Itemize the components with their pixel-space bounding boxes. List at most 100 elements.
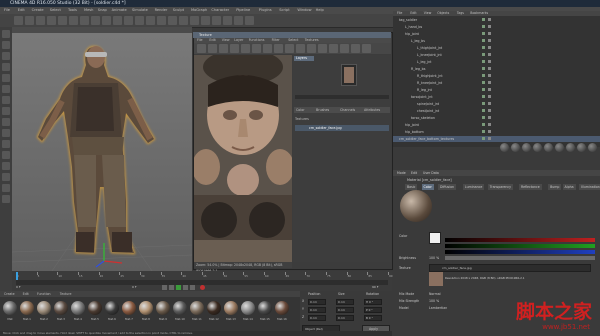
menu-item[interactable]: Window <box>297 7 311 14</box>
texture-tool-icon[interactable] <box>351 44 360 53</box>
goto-start-button[interactable] <box>162 285 167 290</box>
menu-item[interactable]: MoGraph <box>191 7 207 14</box>
material-ball-icon[interactable] <box>207 301 221 315</box>
visibility-dot-icon[interactable] <box>482 32 485 35</box>
deformer-icon[interactable] <box>212 16 221 25</box>
goto-end-button[interactable] <box>190 285 195 290</box>
material-menu-item[interactable]: Texture <box>60 291 72 297</box>
material-tag-icon[interactable] <box>500 143 509 152</box>
position-field[interactable]: 0 cm <box>308 315 326 321</box>
position-field[interactable]: 0 cm <box>308 299 326 305</box>
axis-mode-icon[interactable] <box>2 63 10 71</box>
side-tab-attributes[interactable]: Attributes <box>364 107 380 113</box>
render-settings-icon[interactable] <box>157 16 166 25</box>
mix-strength-value[interactable]: 100 % <box>429 299 439 303</box>
redo-icon[interactable] <box>25 16 34 25</box>
enable-check-icon[interactable] <box>488 67 491 70</box>
model-value[interactable]: Lambertian <box>429 306 447 310</box>
material-ball-icon[interactable] <box>88 301 102 315</box>
play-button[interactable] <box>176 285 181 290</box>
enable-check-icon[interactable] <box>488 60 491 63</box>
menu-item[interactable]: Tools <box>68 7 77 14</box>
material-ball-icon[interactable] <box>258 301 272 315</box>
texture-tool-icon[interactable] <box>340 44 349 53</box>
material-ball-icon[interactable] <box>275 301 289 315</box>
material-tag-icon[interactable] <box>522 143 531 152</box>
material-ball-icon[interactable] <box>3 301 17 315</box>
visibility-dot-icon[interactable] <box>482 53 485 56</box>
visibility-dot-icon[interactable] <box>482 88 485 91</box>
attribute-tab[interactable]: Transparency <box>487 184 514 190</box>
green-slider[interactable] <box>445 244 595 248</box>
live-select-icon[interactable] <box>80 16 89 25</box>
object-tree-row[interactable]: spineJoint_jnt <box>393 101 600 107</box>
scene-icon[interactable] <box>223 16 232 25</box>
visibility-dot-icon[interactable] <box>482 18 485 21</box>
menu-item[interactable]: Sculpt <box>173 7 184 14</box>
texture-tool-icon[interactable] <box>197 44 206 53</box>
visibility-dot-icon[interactable] <box>482 123 485 126</box>
material-ball-icon[interactable] <box>224 301 238 315</box>
enable-check-icon[interactable] <box>488 81 491 84</box>
object-tree-row[interactable]: R_leg_jnt <box>393 87 600 93</box>
object-tree-row[interactable]: hip_bottom <box>393 129 600 135</box>
material-tag-icon[interactable] <box>577 143 586 152</box>
visibility-dot-icon[interactable] <box>482 130 485 133</box>
enable-check-icon[interactable] <box>488 88 491 91</box>
make-editable-icon[interactable] <box>2 30 10 38</box>
material-ball-icon[interactable] <box>190 301 204 315</box>
object-menu-item[interactable]: Objects <box>437 11 449 16</box>
enable-check-icon[interactable] <box>488 32 491 35</box>
texture-tool-icon[interactable] <box>208 44 217 53</box>
attr-menu-edit[interactable]: Edit <box>411 170 417 176</box>
polygons-mode-icon[interactable] <box>2 96 10 104</box>
uv-points-icon[interactable] <box>2 107 10 115</box>
light-icon[interactable] <box>245 16 254 25</box>
step-back-button[interactable] <box>169 285 174 290</box>
texture-tool-icon[interactable] <box>285 44 294 53</box>
texture-tool-icon[interactable] <box>318 44 327 53</box>
material-ball-icon[interactable] <box>241 301 255 315</box>
texture-tool-icon[interactable] <box>263 44 272 53</box>
red-slider[interactable] <box>445 238 595 242</box>
rotation-field[interactable]: P 0 ° <box>364 307 382 313</box>
visibility-dot-icon[interactable] <box>482 116 485 119</box>
material-tag-icon[interactable] <box>533 143 542 152</box>
texture-tool-icon[interactable] <box>329 44 338 53</box>
menu-item[interactable]: Simulate <box>132 7 148 14</box>
object-tree-row[interactable]: L_hand_bs <box>393 24 600 30</box>
attribute-tab[interactable]: Basic <box>405 184 418 190</box>
texture-tool-icon[interactable] <box>241 44 250 53</box>
texture-tool-icon[interactable] <box>219 44 228 53</box>
menu-item[interactable]: File <box>4 7 10 14</box>
enable-check-icon[interactable] <box>488 74 491 77</box>
side-tab-channels[interactable]: Channels <box>340 107 355 113</box>
model-mode-icon[interactable] <box>2 41 10 49</box>
texture-file-field[interactable]: cm_soldier_face.jpg <box>429 264 591 272</box>
scale-icon[interactable] <box>58 16 67 25</box>
object-tree-row[interactable]: hip_joint <box>393 31 600 37</box>
layers-tab[interactable]: Layers <box>294 56 314 61</box>
rotation-field[interactable]: B 0 ° <box>364 315 382 321</box>
object-tree-row[interactable]: torso_skeleton <box>393 115 600 121</box>
texture-tool-icon[interactable] <box>362 44 371 53</box>
array-icon[interactable] <box>201 16 210 25</box>
attr-menu-mode[interactable]: Mode <box>397 170 406 176</box>
render-view-icon[interactable] <box>135 16 144 25</box>
attr-menu-userdata[interactable]: User Data <box>423 170 439 176</box>
material-ball-icon[interactable] <box>20 301 34 315</box>
menu-item[interactable]: Script <box>279 7 289 14</box>
record-button[interactable] <box>200 285 205 290</box>
object-menu-item[interactable]: Edit <box>410 11 416 16</box>
material-ball-icon[interactable] <box>139 301 153 315</box>
enable-check-icon[interactable] <box>488 53 491 56</box>
material-ball-icon[interactable] <box>156 301 170 315</box>
menu-item[interactable]: Help <box>316 7 324 14</box>
object-tree-row[interactable]: torsoJoint_jnt <box>393 94 600 100</box>
cube-icon[interactable] <box>168 16 177 25</box>
size-field[interactable]: 0 cm <box>336 299 354 305</box>
playhead[interactable] <box>16 272 18 280</box>
enable-check-icon[interactable] <box>488 137 491 140</box>
visibility-dot-icon[interactable] <box>482 39 485 42</box>
enable-check-icon[interactable] <box>488 46 491 49</box>
